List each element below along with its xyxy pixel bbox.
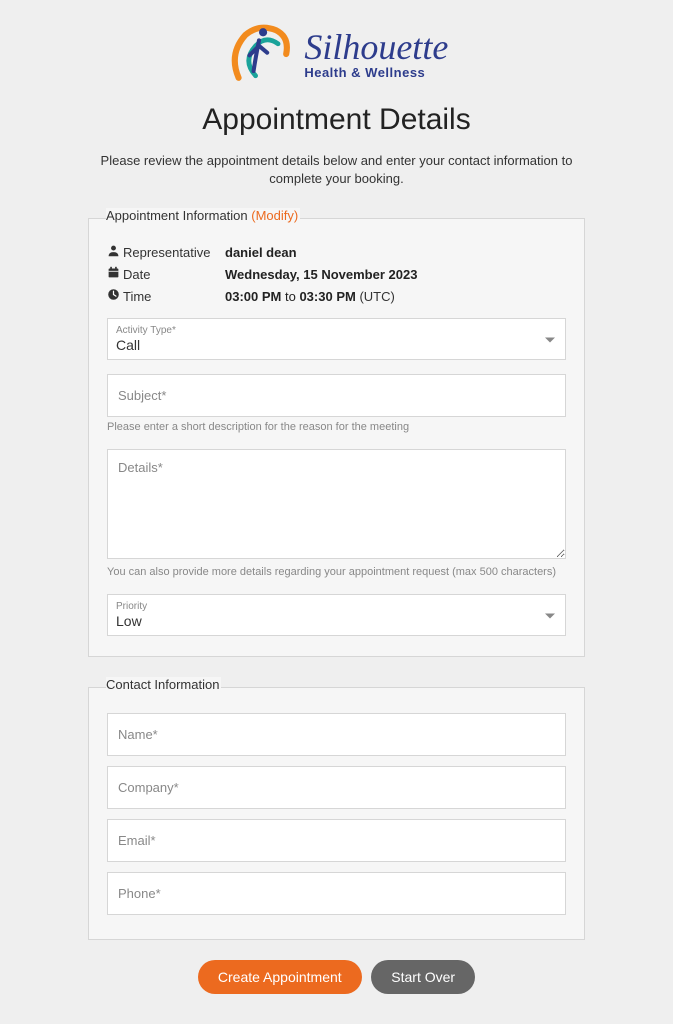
email-input[interactable]: [107, 819, 566, 862]
clock-icon: [107, 288, 123, 304]
details-textarea[interactable]: [107, 449, 566, 559]
calendar-icon: [107, 266, 123, 282]
person-icon: [107, 244, 123, 260]
subject-input[interactable]: [107, 374, 566, 417]
button-row: Create Appointment Start Over: [0, 960, 673, 994]
details-hint: You can also provide more details regard…: [107, 566, 566, 578]
name-input[interactable]: [107, 713, 566, 756]
caret-down-icon: [545, 608, 555, 623]
date-row: Date Wednesday, 15 November 2023: [107, 266, 566, 282]
priority-label: Priority: [116, 601, 537, 613]
caret-down-icon: [545, 332, 555, 347]
logo-brand-text: Silhouette: [304, 27, 448, 67]
priority-select[interactable]: Priority Low: [107, 594, 566, 636]
modify-link[interactable]: (Modify): [251, 208, 298, 223]
logo-sub-text: Health & Wellness: [304, 65, 425, 80]
appointment-info-section: Appointment Information (Modify) Represe…: [88, 208, 585, 657]
representative-row: Representative daniel dean: [107, 244, 566, 260]
company-input[interactable]: [107, 766, 566, 809]
time-value: 03:00 PM to 03:30 PM (UTC): [225, 289, 395, 304]
appointment-info-legend: Appointment Information (Modify): [106, 208, 300, 229]
page-subtitle: Please review the appointment details be…: [87, 152, 587, 188]
date-label: Date: [123, 267, 225, 282]
contact-info-legend: Contact Information: [106, 677, 221, 698]
priority-value: Low: [116, 613, 142, 629]
representative-value: daniel dean: [225, 245, 297, 260]
activity-type-select[interactable]: Activity Type* Call: [107, 318, 566, 360]
time-label: Time: [123, 289, 225, 304]
logo: Silhouette Health & Wellness: [0, 20, 673, 88]
activity-type-value: Call: [116, 337, 140, 353]
phone-input[interactable]: [107, 872, 566, 915]
start-over-button[interactable]: Start Over: [371, 960, 475, 994]
representative-label: Representative: [123, 245, 225, 260]
page-title: Appointment Details: [0, 103, 673, 137]
subject-hint: Please enter a short description for the…: [107, 421, 566, 433]
create-appointment-button[interactable]: Create Appointment: [198, 960, 362, 994]
time-row: Time 03:00 PM to 03:30 PM (UTC): [107, 288, 566, 304]
contact-info-section: Contact Information: [88, 677, 585, 940]
appointment-info-legend-text: Appointment Information: [106, 208, 248, 223]
activity-type-label: Activity Type*: [116, 325, 537, 337]
logo-swoosh-icon: [225, 20, 293, 88]
date-value: Wednesday, 15 November 2023: [225, 267, 417, 282]
